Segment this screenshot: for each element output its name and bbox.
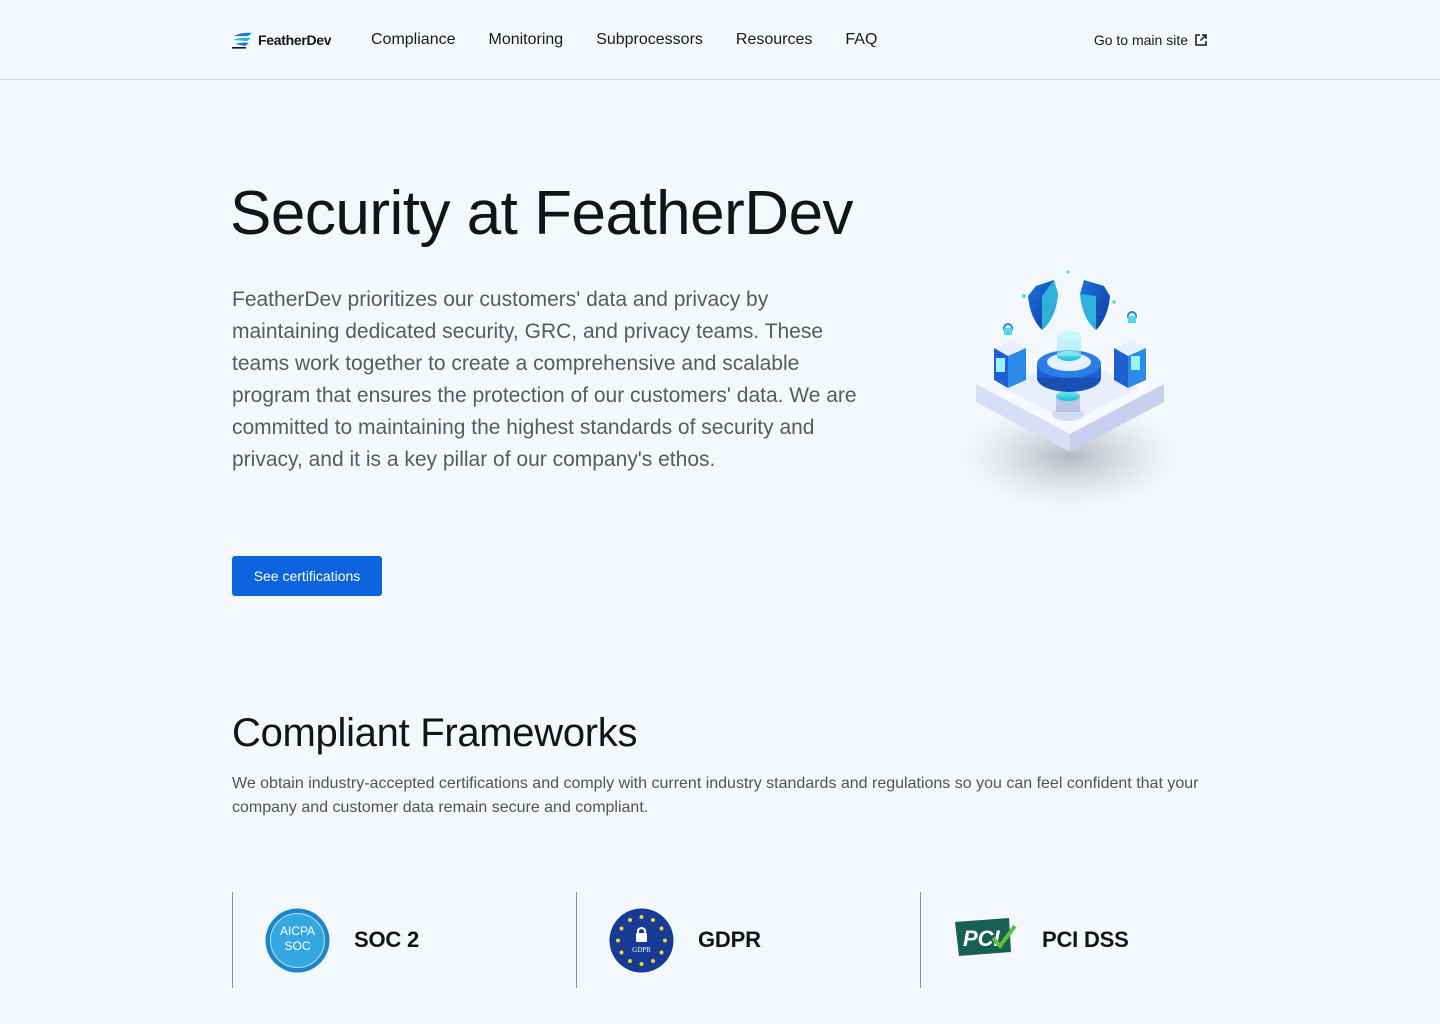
hero-description: FeatherDev prioritizes our customers' da… [232, 288, 857, 471]
frameworks-description: We obtain industry-accepted certificatio… [232, 775, 1199, 816]
framework-name: SOC 2 [354, 927, 420, 952]
framework-card-soc2[interactable]: AICPA SOC SOC 2 [232, 892, 576, 988]
feather-logo-icon [232, 32, 252, 49]
external-link-icon [1195, 34, 1207, 46]
hero-title: Security at FeatherDev [230, 179, 854, 248]
nav-resources[interactable]: Resources [736, 28, 812, 52]
framework-card-pci-dss[interactable]: PCI PCI DSS [920, 892, 1264, 988]
security-server-illustration [962, 270, 1178, 508]
frameworks-list: AICPA SOC SOC 2 GDPR GDPR PCI PCI DSS [232, 892, 1264, 988]
nav-subprocessors[interactable]: Subprocessors [596, 28, 703, 52]
soc-badge-text: SOC [284, 939, 310, 953]
nav-faq[interactable]: FAQ [845, 28, 877, 52]
aicpa-soc-badge-icon: AICPA SOC [265, 908, 330, 972]
nav-monitoring[interactable]: Monitoring [488, 28, 563, 52]
gdpr-badge-icon: GDPR [609, 908, 674, 972]
main-site-label: Go to main site [1093, 32, 1188, 48]
gdpr-badge-text: GDPR [632, 946, 651, 954]
aicpa-badge-text: AICPA [280, 924, 315, 938]
top-navigation-bar: FeatherDev Compliance Monitoring Subproc… [0, 0, 1440, 80]
brand-name: FeatherDev [258, 32, 332, 48]
go-to-main-site-link[interactable]: Go to main site [1094, 28, 1208, 52]
see-certifications-button[interactable]: See certifications [232, 556, 382, 596]
primary-nav: Compliance Monitoring Subprocessors Reso… [371, 28, 877, 52]
framework-name: PCI DSS [1042, 927, 1129, 952]
framework-name: GDPR [698, 927, 761, 952]
pci-badge-icon: PCI [955, 917, 1017, 956]
framework-card-gdpr[interactable]: GDPR GDPR [576, 892, 920, 988]
nav-compliance[interactable]: Compliance [371, 28, 455, 52]
frameworks-title: Compliant Frameworks [232, 711, 638, 755]
brand-logo[interactable]: FeatherDev [232, 30, 332, 50]
